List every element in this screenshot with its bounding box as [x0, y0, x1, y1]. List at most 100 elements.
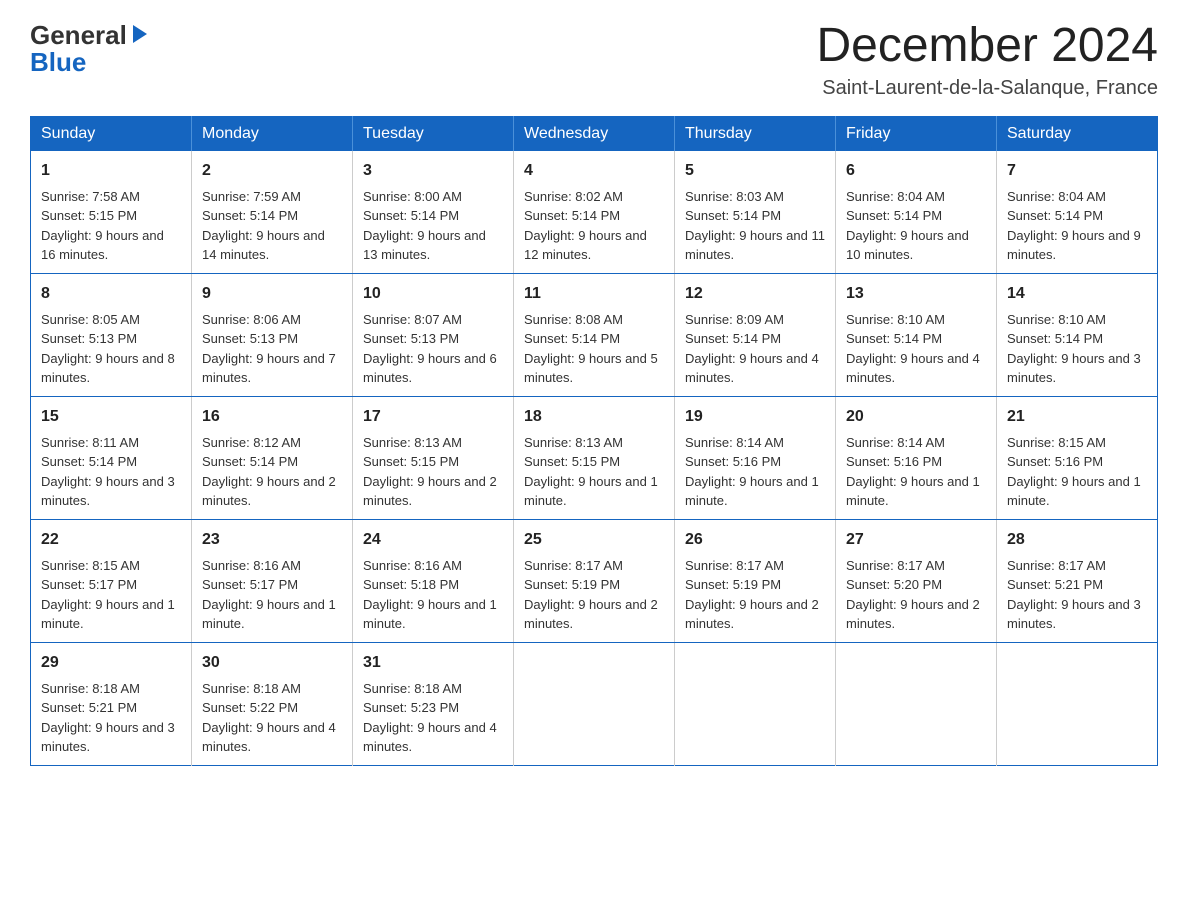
day-daylight: Daylight: 9 hours and 4 minutes. — [202, 720, 336, 755]
day-sunrise: Sunrise: 8:14 AM — [846, 435, 945, 450]
calendar-cell: 6 Sunrise: 8:04 AM Sunset: 5:14 PM Dayli… — [836, 151, 997, 274]
day-daylight: Daylight: 9 hours and 2 minutes. — [363, 474, 497, 509]
day-sunset: Sunset: 5:14 PM — [1007, 331, 1103, 346]
day-number: 28 — [1007, 528, 1147, 552]
day-sunset: Sunset: 5:13 PM — [363, 331, 459, 346]
day-sunset: Sunset: 5:14 PM — [41, 454, 137, 469]
title-block: December 2024 Saint-Laurent-de-la-Salanq… — [816, 20, 1158, 100]
day-number: 4 — [524, 159, 664, 183]
logo: General Blue — [30, 20, 151, 78]
calendar-cell: 14 Sunrise: 8:10 AM Sunset: 5:14 PM Dayl… — [997, 273, 1158, 396]
day-daylight: Daylight: 9 hours and 4 minutes. — [685, 351, 819, 386]
calendar-cell: 7 Sunrise: 8:04 AM Sunset: 5:14 PM Dayli… — [997, 151, 1158, 274]
day-daylight: Daylight: 9 hours and 6 minutes. — [363, 351, 497, 386]
day-daylight: Daylight: 9 hours and 5 minutes. — [524, 351, 658, 386]
day-number: 17 — [363, 405, 503, 429]
calendar-cell: 26 Sunrise: 8:17 AM Sunset: 5:19 PM Dayl… — [675, 519, 836, 642]
day-number: 25 — [524, 528, 664, 552]
calendar-cell: 10 Sunrise: 8:07 AM Sunset: 5:13 PM Dayl… — [353, 273, 514, 396]
day-daylight: Daylight: 9 hours and 1 minute. — [524, 474, 658, 509]
day-daylight: Daylight: 9 hours and 3 minutes. — [41, 720, 175, 755]
day-number: 6 — [846, 159, 986, 183]
day-sunset: Sunset: 5:16 PM — [846, 454, 942, 469]
calendar-cell: 4 Sunrise: 8:02 AM Sunset: 5:14 PM Dayli… — [514, 151, 675, 274]
page-header: General Blue December 2024 Saint-Laurent… — [30, 20, 1158, 100]
day-number: 14 — [1007, 282, 1147, 306]
day-number: 11 — [524, 282, 664, 306]
calendar-cell: 19 Sunrise: 8:14 AM Sunset: 5:16 PM Dayl… — [675, 396, 836, 519]
calendar-table: Sunday Monday Tuesday Wednesday Thursday… — [30, 116, 1158, 766]
calendar-week-5: 29 Sunrise: 8:18 AM Sunset: 5:21 PM Dayl… — [31, 642, 1158, 765]
day-daylight: Daylight: 9 hours and 9 minutes. — [1007, 228, 1141, 263]
day-sunset: Sunset: 5:23 PM — [363, 700, 459, 715]
day-sunrise: Sunrise: 8:18 AM — [41, 681, 140, 696]
day-sunrise: Sunrise: 8:14 AM — [685, 435, 784, 450]
day-number: 22 — [41, 528, 181, 552]
day-number: 21 — [1007, 405, 1147, 429]
day-sunrise: Sunrise: 8:18 AM — [363, 681, 462, 696]
calendar-cell: 5 Sunrise: 8:03 AM Sunset: 5:14 PM Dayli… — [675, 151, 836, 274]
day-number: 12 — [685, 282, 825, 306]
day-daylight: Daylight: 9 hours and 4 minutes. — [846, 351, 980, 386]
day-sunset: Sunset: 5:16 PM — [1007, 454, 1103, 469]
calendar-cell — [514, 642, 675, 765]
day-sunrise: Sunrise: 8:15 AM — [1007, 435, 1106, 450]
day-sunrise: Sunrise: 8:15 AM — [41, 558, 140, 573]
day-daylight: Daylight: 9 hours and 1 minute. — [685, 474, 819, 509]
day-sunset: Sunset: 5:22 PM — [202, 700, 298, 715]
calendar-cell: 24 Sunrise: 8:16 AM Sunset: 5:18 PM Dayl… — [353, 519, 514, 642]
day-sunrise: Sunrise: 7:59 AM — [202, 189, 301, 204]
day-number: 19 — [685, 405, 825, 429]
day-sunrise: Sunrise: 8:05 AM — [41, 312, 140, 327]
calendar-cell — [836, 642, 997, 765]
day-number: 27 — [846, 528, 986, 552]
day-number: 23 — [202, 528, 342, 552]
calendar-cell: 11 Sunrise: 8:08 AM Sunset: 5:14 PM Dayl… — [514, 273, 675, 396]
day-number: 24 — [363, 528, 503, 552]
day-daylight: Daylight: 9 hours and 11 minutes. — [685, 228, 825, 263]
day-sunset: Sunset: 5:14 PM — [685, 208, 781, 223]
day-sunrise: Sunrise: 8:04 AM — [1007, 189, 1106, 204]
calendar-cell: 16 Sunrise: 8:12 AM Sunset: 5:14 PM Dayl… — [192, 396, 353, 519]
day-daylight: Daylight: 9 hours and 12 minutes. — [524, 228, 647, 263]
day-daylight: Daylight: 9 hours and 16 minutes. — [41, 228, 164, 263]
day-sunrise: Sunrise: 8:02 AM — [524, 189, 623, 204]
col-monday: Monday — [192, 116, 353, 151]
calendar-cell: 20 Sunrise: 8:14 AM Sunset: 5:16 PM Dayl… — [836, 396, 997, 519]
day-sunset: Sunset: 5:17 PM — [202, 577, 298, 592]
day-number: 7 — [1007, 159, 1147, 183]
day-sunset: Sunset: 5:20 PM — [846, 577, 942, 592]
calendar-cell: 30 Sunrise: 8:18 AM Sunset: 5:22 PM Dayl… — [192, 642, 353, 765]
day-sunset: Sunset: 5:18 PM — [363, 577, 459, 592]
col-thursday: Thursday — [675, 116, 836, 151]
day-sunrise: Sunrise: 8:04 AM — [846, 189, 945, 204]
calendar-cell — [675, 642, 836, 765]
day-sunset: Sunset: 5:14 PM — [685, 331, 781, 346]
day-number: 29 — [41, 651, 181, 675]
calendar-cell: 12 Sunrise: 8:09 AM Sunset: 5:14 PM Dayl… — [675, 273, 836, 396]
col-friday: Friday — [836, 116, 997, 151]
calendar-cell — [997, 642, 1158, 765]
day-sunset: Sunset: 5:21 PM — [1007, 577, 1103, 592]
day-sunrise: Sunrise: 8:03 AM — [685, 189, 784, 204]
day-daylight: Daylight: 9 hours and 14 minutes. — [202, 228, 325, 263]
day-number: 20 — [846, 405, 986, 429]
day-sunrise: Sunrise: 8:17 AM — [846, 558, 945, 573]
day-sunrise: Sunrise: 8:16 AM — [202, 558, 301, 573]
calendar-cell: 3 Sunrise: 8:00 AM Sunset: 5:14 PM Dayli… — [353, 151, 514, 274]
day-sunset: Sunset: 5:14 PM — [846, 208, 942, 223]
day-sunset: Sunset: 5:21 PM — [41, 700, 137, 715]
day-sunrise: Sunrise: 7:58 AM — [41, 189, 140, 204]
calendar-cell: 2 Sunrise: 7:59 AM Sunset: 5:14 PM Dayli… — [192, 151, 353, 274]
day-sunrise: Sunrise: 8:16 AM — [363, 558, 462, 573]
day-sunrise: Sunrise: 8:09 AM — [685, 312, 784, 327]
day-number: 2 — [202, 159, 342, 183]
page-subtitle: Saint-Laurent-de-la-Salanque, France — [816, 77, 1158, 100]
calendar-header-row: Sunday Monday Tuesday Wednesday Thursday… — [31, 116, 1158, 151]
calendar-week-1: 1 Sunrise: 7:58 AM Sunset: 5:15 PM Dayli… — [31, 151, 1158, 274]
day-daylight: Daylight: 9 hours and 7 minutes. — [202, 351, 336, 386]
day-sunrise: Sunrise: 8:08 AM — [524, 312, 623, 327]
calendar-cell: 8 Sunrise: 8:05 AM Sunset: 5:13 PM Dayli… — [31, 273, 192, 396]
day-sunset: Sunset: 5:19 PM — [685, 577, 781, 592]
day-sunrise: Sunrise: 8:00 AM — [363, 189, 462, 204]
